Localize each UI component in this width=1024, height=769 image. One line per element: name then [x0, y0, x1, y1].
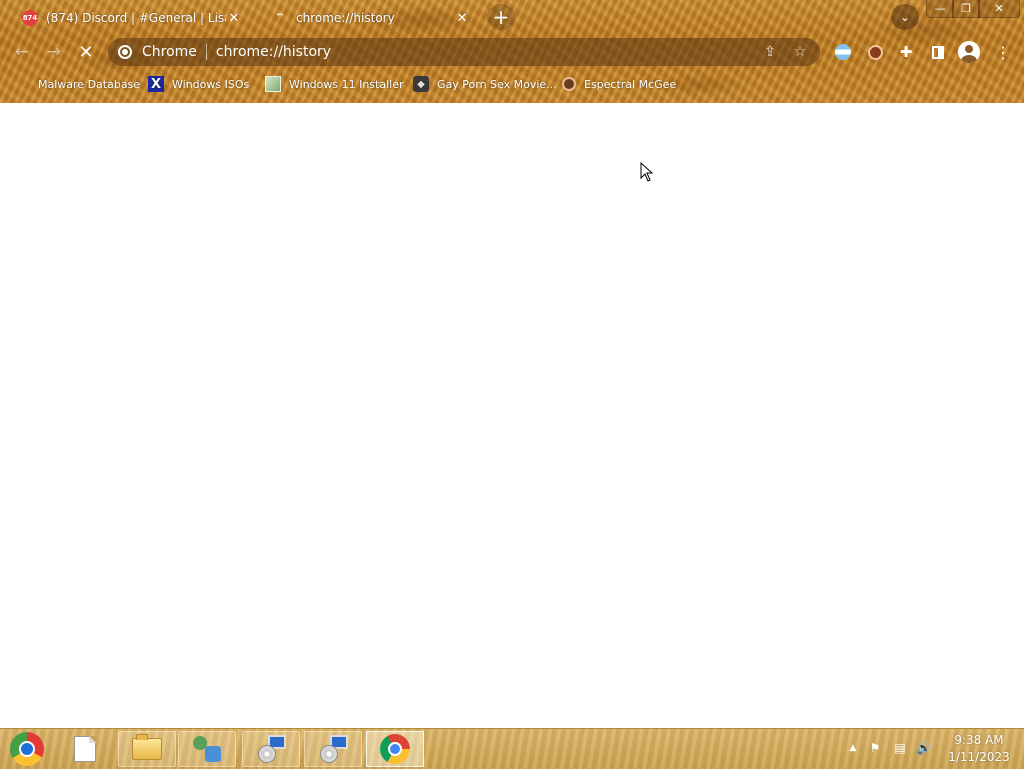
tab-title: chrome://history — [296, 11, 395, 25]
x-logo-icon: X — [148, 76, 164, 92]
taskbar-notepad[interactable] — [56, 731, 114, 767]
address-bar[interactable]: Chrome chrome://history ⇪ ☆ — [108, 38, 820, 66]
restore-button[interactable]: ❐ — [952, 0, 980, 18]
taskbar-file-explorer[interactable] — [118, 731, 176, 767]
image-thumbnail-icon — [265, 76, 281, 92]
browser-frame: 874 (874) Discord | #General | Lisa ✕ ch… — [0, 0, 1024, 103]
bookmark-label: Windows ISOs — [172, 77, 250, 91]
mouse-cursor-icon — [640, 162, 654, 182]
chrome-icon — [118, 45, 132, 59]
bookmark-malware-database[interactable]: Malware Database — [38, 73, 140, 95]
taskbar-network-app[interactable] — [178, 731, 236, 767]
omnibox-divider — [205, 44, 207, 60]
back-button[interactable]: ← — [10, 40, 34, 64]
tab-search-button[interactable]: ⌄ — [891, 4, 919, 30]
bookmark-label: Windows 11 Installer — [289, 77, 404, 91]
close-window-button[interactable]: ✕ — [978, 0, 1020, 18]
page-content[interactable] — [0, 103, 1024, 728]
setup-disc-icon — [256, 735, 286, 763]
extension-avatar-icon[interactable] — [864, 41, 886, 63]
share-icon[interactable]: ⇪ — [760, 44, 780, 60]
chrome-icon — [380, 734, 410, 764]
taskbar-chrome[interactable] — [366, 731, 424, 767]
extensions-puzzle-icon[interactable]: ✚ — [895, 41, 917, 63]
bookmark-star-icon[interactable]: ☆ — [790, 44, 810, 60]
tab-close-icon[interactable]: ✕ — [226, 11, 242, 26]
network-status-icon[interactable]: ▤ — [892, 740, 908, 756]
avatar-favicon-icon — [562, 77, 576, 91]
start-orb-icon — [10, 732, 44, 766]
bookmark-windows-11-installer[interactable]: Windows 11 Installer — [265, 73, 404, 95]
discord-favicon-icon: 874 — [22, 10, 38, 26]
notification-badge: 874 — [22, 14, 38, 22]
minimize-button[interactable]: — — [926, 0, 954, 18]
clock-time: 9:38 AM — [954, 733, 1004, 747]
tab-title: (874) Discord | #General | Lisa — [46, 11, 226, 25]
extension-flag-icon[interactable] — [832, 41, 854, 63]
start-button[interactable] — [0, 731, 54, 767]
taskbar-setup-1[interactable] — [242, 731, 300, 767]
clock-date: 1/11/2023 — [948, 750, 1010, 764]
bookmark-movies[interactable]: ◆ Gay Porn Sex Movie... — [413, 73, 557, 95]
folder-icon — [132, 734, 162, 760]
stop-loading-button[interactable]: ✕ — [74, 40, 98, 64]
document-icon — [74, 736, 96, 762]
bookmark-label: Gay Porn Sex Movie... — [437, 77, 557, 91]
volume-icon[interactable]: 🔊 — [916, 740, 932, 756]
network-people-icon — [193, 736, 221, 762]
tab-discord[interactable]: 874 (874) Discord | #General | Lisa ✕ — [12, 4, 248, 32]
tab-history[interactable]: chrome://history ✕ — [262, 4, 476, 32]
taskbar-setup-2[interactable] — [304, 731, 362, 767]
profile-avatar-icon[interactable] — [958, 41, 980, 63]
action-center-flag-icon[interactable]: ⚑ — [867, 740, 883, 756]
bookmark-label: Malware Database — [38, 77, 141, 91]
side-panel-icon[interactable] — [927, 41, 949, 63]
system-clock[interactable]: 9:38 AM 1/11/2023 — [944, 732, 1014, 766]
tray-overflow-icon[interactable]: ▲ — [845, 740, 861, 756]
url-text[interactable]: chrome://history — [216, 44, 760, 60]
site-favicon-icon: ◆ — [413, 76, 429, 92]
new-tab-button[interactable]: + — [487, 4, 515, 30]
tab-close-icon[interactable]: ✕ — [454, 11, 470, 26]
bookmark-windows-isos[interactable]: X Windows ISOs — [148, 73, 249, 95]
forward-button[interactable]: → — [42, 40, 66, 64]
bookmark-espectral-mcgee[interactable]: Espectral McGee — [562, 73, 676, 95]
bookmarks-bar: Malware Database X Windows ISOs Windows … — [0, 73, 1024, 95]
menu-kebab-icon[interactable]: ⋮ — [992, 41, 1014, 63]
bookmark-label: Espectral McGee — [584, 77, 677, 91]
loading-spinner-icon — [272, 10, 288, 26]
setup-disc-icon — [318, 735, 348, 763]
site-chip-label[interactable]: Chrome — [142, 44, 197, 60]
